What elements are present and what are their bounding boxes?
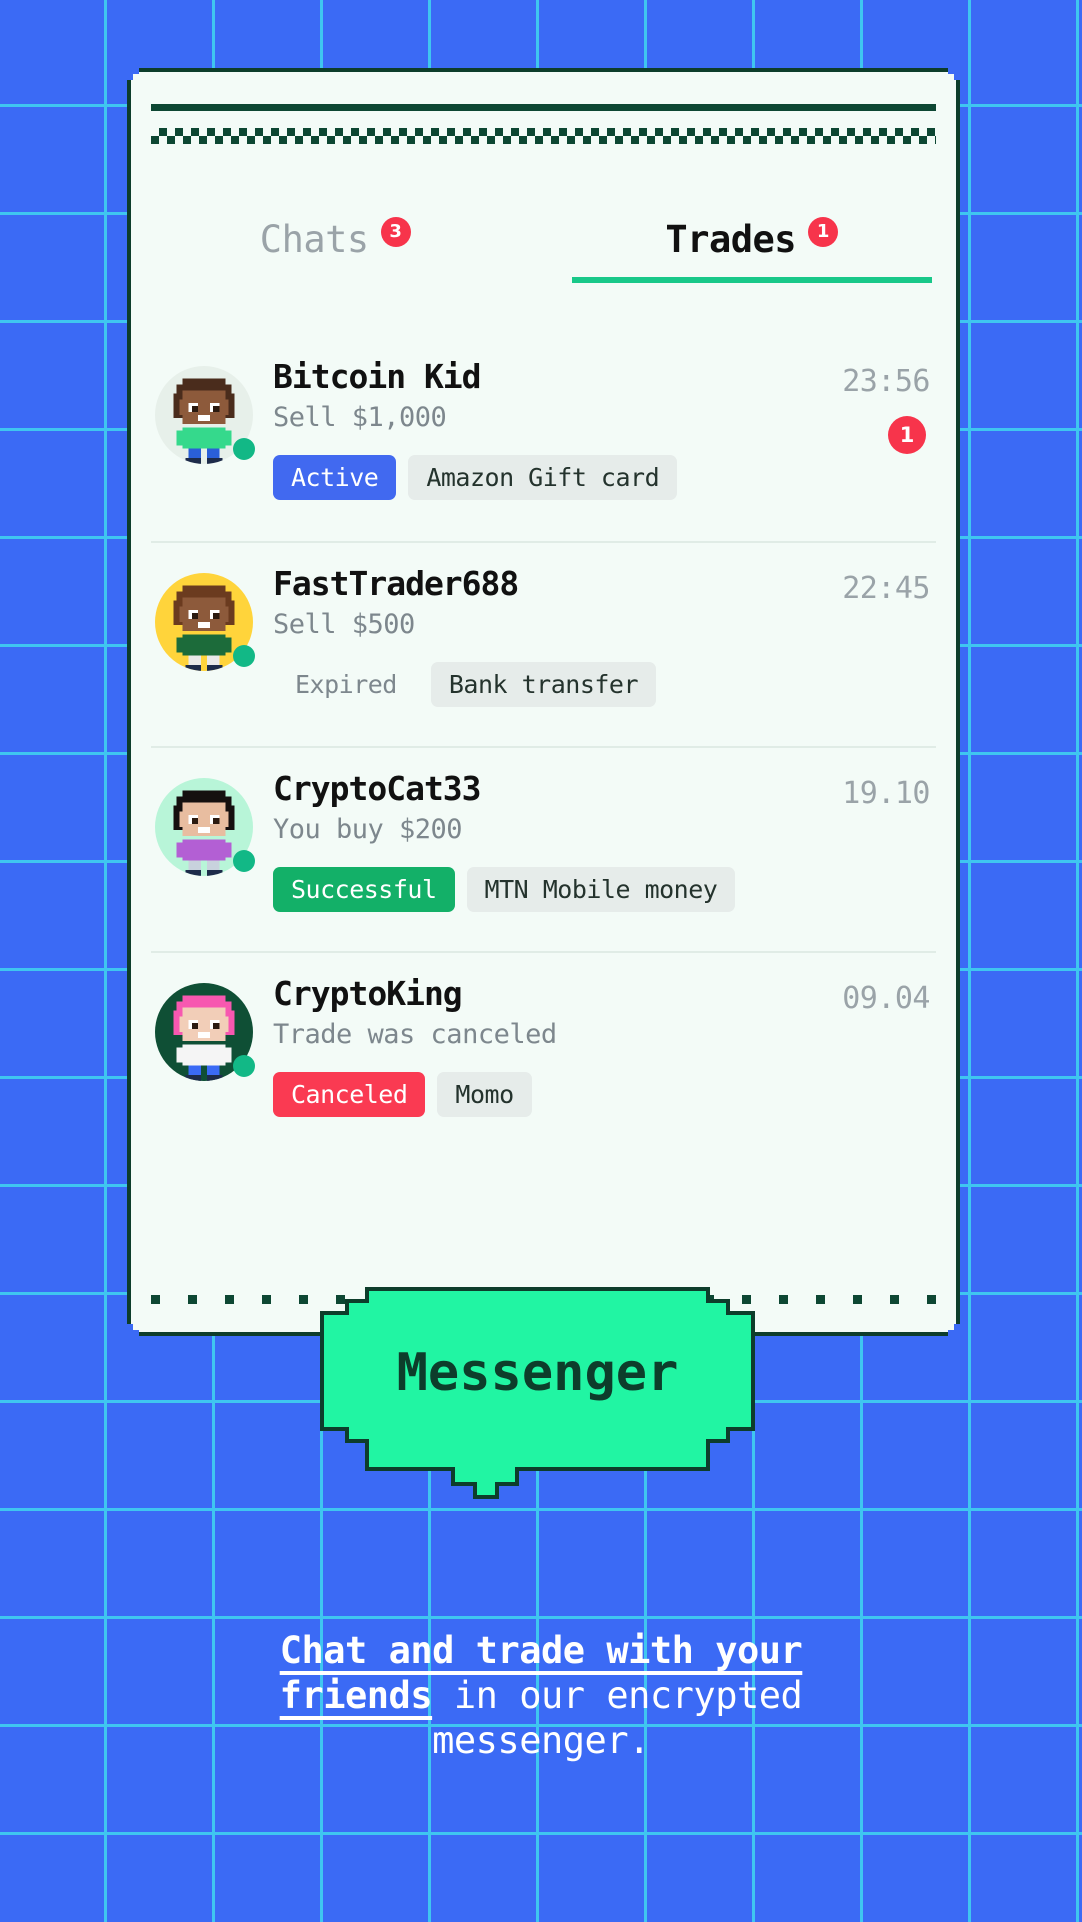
- avatar-container: [155, 778, 255, 876]
- tab-badge: 1: [808, 216, 839, 247]
- trade-timestamp: 23:56: [842, 364, 930, 399]
- trade-subtitle: Sell $1,000: [273, 401, 447, 433]
- dot-segment: [778, 1295, 788, 1304]
- avatar-container: [155, 366, 255, 464]
- avatar-container: [155, 983, 255, 1081]
- trade-row[interactable]: FastTrader688 Sell $500 Expired Bank transf…: [151, 541, 936, 746]
- trade-subtitle: You buy $200: [273, 813, 463, 845]
- dash-segment: [151, 103, 172, 111]
- trade-payment-method-chip[interactable]: Momo: [437, 1071, 532, 1117]
- trade-username: CryptoKing: [273, 974, 463, 1013]
- dot-segment: [224, 1295, 234, 1304]
- trade-list: Bitcoin Kid Sell $1,000 Active Amazon Gift …: [127, 336, 960, 1276]
- dash-segment: [214, 103, 280, 111]
- online-status-dot: [233, 1055, 255, 1077]
- trade-status-chip[interactable]: Active: [273, 454, 397, 500]
- messenger-card: Chats 3 Trades 1 Bitcoin Kid Sell $1,000 Acti…: [127, 68, 960, 1336]
- tab-bar: Chats 3 Trades 1: [127, 216, 961, 283]
- trade-status-chip[interactable]: Successful: [273, 866, 455, 912]
- trade-username: Bitcoin Kid: [273, 357, 482, 396]
- dash-segment: [366, 103, 477, 111]
- avatar-container: [155, 573, 255, 671]
- speech-bubble-label: Messenger: [396, 1343, 679, 1403]
- dash-segment: [171, 103, 215, 111]
- trade-row-content: FastTrader688 Sell $500 Expired Bank transf…: [273, 565, 932, 707]
- trade-subtitle: Trade was canceled: [273, 1018, 557, 1050]
- trade-row[interactable]: CryptoKing Trade was canceled Canceled Momo…: [151, 951, 936, 1156]
- trade-status-chip[interactable]: Canceled: [273, 1071, 426, 1117]
- tab-label: Trades: [665, 218, 797, 261]
- trade-status-chip[interactable]: Expired: [273, 662, 419, 707]
- dash-segment: [807, 103, 873, 111]
- page-caption: Chat and trade with your friends in our …: [0, 1628, 1082, 1763]
- decorative-checker-row: [151, 128, 936, 144]
- trade-chip-group: Canceled Momo: [273, 1071, 802, 1117]
- tab-trades[interactable]: Trades 1: [544, 216, 961, 283]
- dash-segment: [610, 103, 720, 111]
- dash-segment: [720, 103, 808, 111]
- online-status-dot: [233, 850, 255, 872]
- trade-unread-badge: 1: [888, 416, 926, 454]
- online-status-dot: [233, 438, 255, 460]
- dot-segment: [187, 1295, 197, 1304]
- dash-segment: [872, 103, 916, 111]
- trade-username: CryptoCat33: [273, 769, 482, 808]
- trade-timestamp: 19.10: [842, 776, 930, 811]
- trade-row[interactable]: CryptoCat33 You buy $200 Successful MTN Mob…: [151, 746, 936, 951]
- dot-segment: [889, 1295, 899, 1304]
- dot-segment: [852, 1295, 862, 1304]
- trade-row-content: CryptoKing Trade was canceled Canceled Momo: [273, 975, 932, 1117]
- trade-chip-group: Active Amazon Gift card: [273, 454, 802, 500]
- dot-segment: [815, 1295, 825, 1304]
- caption-rest: in our encrypted messenger.: [432, 1674, 803, 1763]
- trade-subtitle: Sell $500: [273, 608, 415, 640]
- trade-timestamp: 09.04: [842, 981, 930, 1016]
- online-status-dot: [233, 645, 255, 667]
- dash-segment: [279, 103, 367, 111]
- trade-username: FastTrader688: [273, 564, 519, 603]
- trade-chip-group: Expired Bank transfer: [273, 661, 802, 707]
- tab-label: Chats: [259, 218, 369, 261]
- tab-badge: 3: [380, 216, 411, 247]
- trade-payment-method-chip[interactable]: MTN Mobile money: [466, 866, 736, 912]
- trade-row[interactable]: Bitcoin Kid Sell $1,000 Active Amazon Gift …: [151, 336, 936, 541]
- trade-payment-method-chip[interactable]: Amazon Gift card: [408, 454, 678, 500]
- trade-chip-group: Successful MTN Mobile money: [273, 866, 802, 912]
- trade-row-content: Bitcoin Kid Sell $1,000 Active Amazon Gift …: [273, 358, 932, 500]
- decorative-dash-row: [151, 102, 936, 112]
- dash-segment: [915, 103, 936, 111]
- messenger-speech-bubble: Messenger: [305, 1277, 770, 1527]
- dot-segment: [261, 1295, 271, 1304]
- tab-chats[interactable]: Chats 3: [127, 216, 544, 283]
- trade-row-content: CryptoCat33 You buy $200 Successful MTN Mob…: [273, 770, 932, 912]
- dash-segment: [476, 103, 611, 111]
- trade-payment-method-chip[interactable]: Bank transfer: [430, 661, 657, 707]
- dot-segment: [151, 1295, 160, 1304]
- trade-timestamp: 22:45: [842, 571, 930, 606]
- dot-segment: [926, 1295, 936, 1304]
